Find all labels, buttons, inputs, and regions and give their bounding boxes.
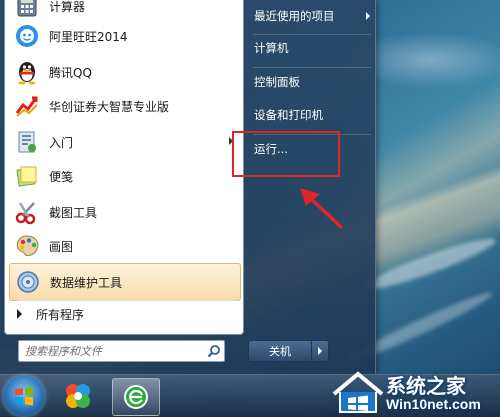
shutdown-label: 关机 — [269, 345, 291, 358]
program-item-snipping-tool[interactable]: 截图工具 — [9, 194, 241, 230]
program-label: 阿里旺旺2014 — [49, 29, 128, 44]
all-programs-button[interactable]: 所有程序 — [17, 304, 84, 324]
paint-palette-icon — [13, 232, 41, 260]
triangle-right-icon — [17, 309, 22, 319]
watermark-title: 系统之家 — [386, 374, 466, 398]
program-label: 计算器 — [49, 0, 86, 14]
program-label: 画图 — [49, 239, 74, 254]
qq-penguin-icon — [13, 58, 41, 86]
shutdown-options-button[interactable] — [312, 340, 329, 362]
program-label: 截图工具 — [49, 205, 98, 220]
scissors-icon — [13, 198, 41, 226]
annotation-highlight-box — [232, 131, 340, 177]
annotation-arrow-icon — [300, 188, 344, 230]
right-item-label: 控制面板 — [254, 75, 300, 89]
submenu-arrow-icon — [366, 12, 370, 20]
computer-link[interactable]: 计算机 — [251, 36, 376, 60]
right-item-label: 计算机 — [254, 41, 289, 55]
shutdown-control: 关机 — [248, 340, 329, 362]
shutdown-button[interactable]: 关机 — [248, 340, 312, 362]
watermark-url: Win10net.com — [386, 396, 481, 412]
separator — [253, 34, 371, 35]
stock-chart-icon — [13, 92, 41, 120]
site-watermark: 系统之家 Win10net.com — [330, 368, 500, 416]
start-button[interactable] — [4, 376, 44, 416]
recent-items-link[interactable]: 最近使用的项目 — [251, 4, 376, 28]
devices-printers-link[interactable]: 设备和打印机 — [251, 103, 376, 127]
right-item-label: 最近使用的项目 — [254, 9, 335, 23]
all-programs-label: 所有程序 — [36, 307, 85, 322]
search-box[interactable] — [18, 340, 225, 362]
program-item-aliwangwang[interactable]: 阿里旺旺2014 — [9, 18, 241, 54]
disk-tool-icon — [14, 268, 42, 296]
taskbar-app-360[interactable] — [55, 378, 101, 414]
internet-explorer-icon — [124, 385, 148, 409]
aliwangwang-icon — [13, 22, 41, 50]
control-panel-link[interactable]: 控制面板 — [251, 70, 376, 94]
program-label: 数据维护工具 — [50, 275, 123, 290]
separator — [253, 67, 371, 68]
taskbar-app-ie[interactable] — [112, 378, 160, 416]
arrow-right-icon — [318, 347, 322, 355]
program-item-paint[interactable]: 画图 — [9, 228, 241, 264]
program-item-sticky-notes[interactable]: 便笺 — [9, 158, 241, 194]
program-item-getting-started[interactable]: 入门 — [9, 124, 241, 160]
program-item-data-maintenance[interactable]: 数据维护工具 — [9, 263, 241, 301]
calculator-icon — [13, 0, 41, 20]
program-label: 便笺 — [49, 169, 74, 184]
program-label: 入门 — [49, 135, 74, 150]
getting-started-icon — [13, 128, 41, 156]
sticky-notes-icon — [13, 162, 41, 190]
search-input[interactable] — [19, 341, 204, 361]
programs-pane: 计算器 阿里旺旺2014 腾讯QQ 华创证券大智慧专业版 入门 便笺 截图工具 … — [4, 0, 244, 335]
program-label: 腾讯QQ — [49, 65, 92, 80]
program-item-stock-software[interactable]: 华创证券大智慧专业版 — [9, 88, 241, 124]
windows-logo-icon — [15, 386, 33, 406]
colorful-app-icon — [66, 384, 90, 408]
wallpaper-surf — [361, 231, 499, 297]
separator — [17, 300, 237, 301]
program-label: 华创证券大智慧专业版 — [49, 99, 170, 114]
house-logo-icon — [332, 371, 384, 413]
search-icon[interactable] — [204, 342, 224, 360]
program-item-qq[interactable]: 腾讯QQ — [9, 54, 241, 90]
right-item-label: 设备和打印机 — [254, 108, 323, 122]
